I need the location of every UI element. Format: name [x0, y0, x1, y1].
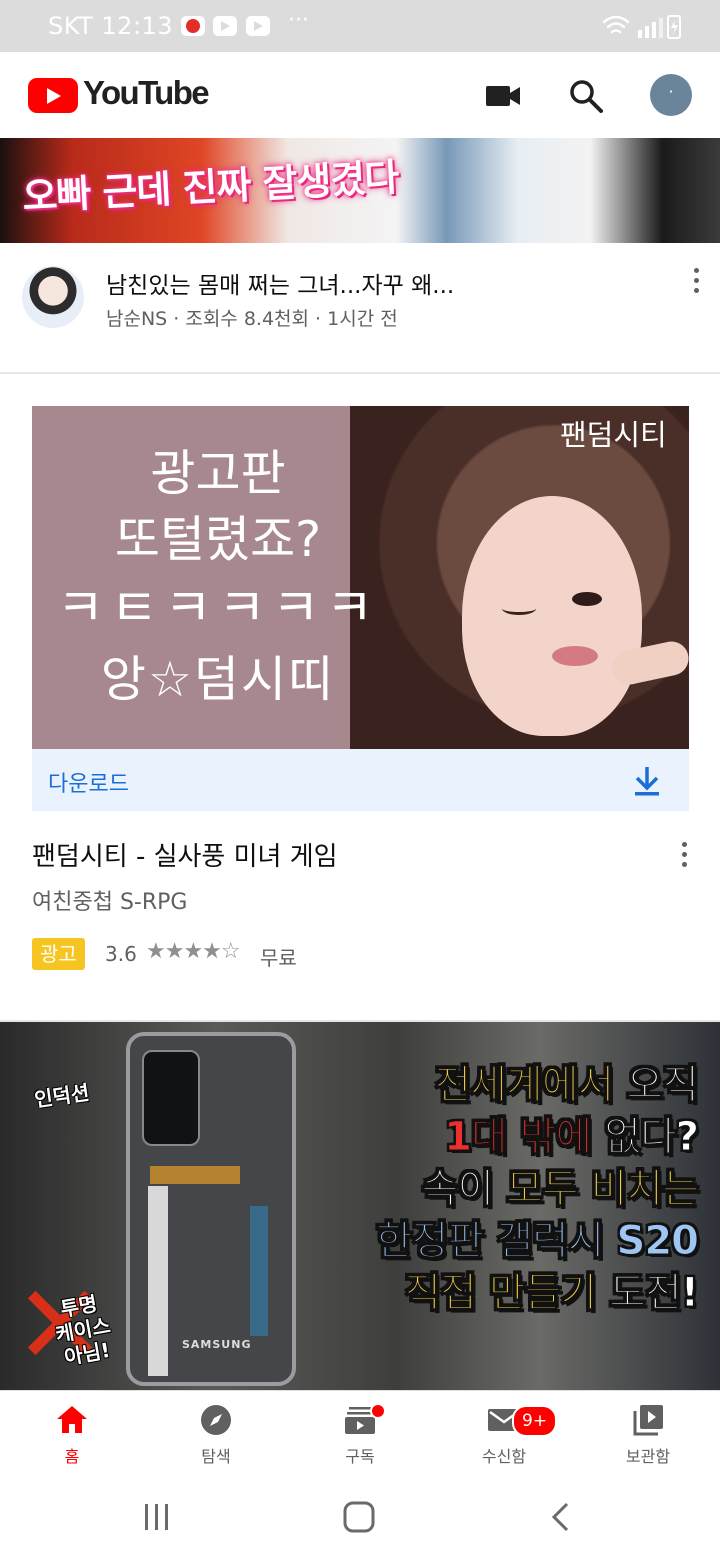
channel-avatar[interactable]: [22, 266, 84, 328]
nav-home[interactable]: 홈: [0, 1391, 144, 1475]
bottom-navigation: 홈 탐색 구독 9+ 수신함 보관함: [0, 1390, 720, 1474]
ad-model-eye: [502, 602, 536, 615]
more-options-icon[interactable]: [682, 266, 712, 296]
upload-video-button[interactable]: [484, 78, 522, 114]
nav-library[interactable]: 보관함: [576, 1391, 720, 1475]
youtube-logo-text[interactable]: YouTube: [83, 74, 210, 112]
ad-badge: 광고: [32, 938, 85, 970]
download-label: 다운로드: [48, 772, 129, 797]
ad-image-text: 앙☆덤시띠: [100, 651, 336, 708]
thumbnail-headline: 속이 모두 비치는: [421, 1166, 699, 1213]
phone-brand: SAMSUNG: [182, 1338, 252, 1351]
avatar-initial: ·: [668, 82, 674, 101]
nav-label: 탐색: [201, 1447, 231, 1466]
nav-label: 수신함: [481, 1447, 527, 1466]
video-thumbnail[interactable]: SAMSUNG 인덕션 ✕ 투명 케이스 아님! 전세계에서 오직 1대 밖에 …: [0, 1022, 720, 1390]
system-navigation-bar: [0, 1474, 720, 1560]
nav-inbox[interactable]: 9+ 수신함: [432, 1391, 576, 1475]
more-notifications-icon: ···: [288, 8, 309, 33]
phone-component: [148, 1186, 168, 1376]
status-bar: SKT 12:13 ···: [0, 0, 720, 52]
more-options-icon[interactable]: [670, 840, 700, 870]
signal-battery-icons: [602, 15, 681, 39]
video-thumbnail[interactable]: 오빠 근데 진짜 잘생겼다: [0, 138, 720, 243]
search-button[interactable]: [566, 76, 606, 116]
ad-model-face: [462, 496, 642, 736]
ad-price: 무료: [260, 946, 297, 970]
star-rating-icon: ★★★★☆: [146, 939, 241, 964]
home-icon: [57, 1406, 87, 1433]
youtube-notification-icon: [246, 16, 270, 36]
thumbnail-caption: 오빠 근데 진짜 잘생겼다: [21, 155, 400, 219]
youtube-logo-icon[interactable]: [28, 78, 78, 113]
library-icon: [633, 1405, 663, 1436]
youtube-notification-icon: [213, 16, 237, 36]
ad-image-text: ㅋㅌㅋㅋㅋㅋ: [56, 579, 380, 639]
camera-module: [142, 1050, 200, 1146]
thumbnail-headline: 1대 밖에 없다?: [444, 1114, 700, 1161]
phone-component: [150, 1166, 240, 1184]
phone-image: SAMSUNG: [126, 1032, 296, 1386]
ad-image-text: 또털렸죠?: [114, 511, 322, 568]
video-title[interactable]: 남친있는 몸매 쩌는 그녀...자꾸 왜...: [106, 266, 454, 300]
divider: [0, 372, 720, 374]
nav-subscriptions[interactable]: 구독: [288, 1391, 432, 1475]
thumbnail-headline: 한정판 갤럭시 S20: [375, 1218, 699, 1265]
download-icon[interactable]: [632, 765, 662, 797]
explore-icon: [201, 1405, 231, 1435]
ad-subtitle: 여친중첩 S-RPG: [32, 890, 188, 915]
thumbnail-headline: 전세계에서 오직: [434, 1062, 700, 1109]
ad-rating: 3.6: [105, 942, 137, 966]
recent-apps-button[interactable]: [142, 1502, 172, 1532]
ad-model-eye: [572, 592, 602, 606]
back-button[interactable]: [548, 1502, 574, 1532]
ad-brand-watermark: 팬덤시티: [560, 418, 667, 452]
ad-model-lips: [552, 646, 598, 666]
ad-image-text: 광고판: [150, 445, 286, 502]
video-meta: 남순NS · 조회수 8.4천회 · 1시간 전: [106, 308, 398, 330]
ad-image[interactable]: 팬덤시티 광고판 또털렸죠? ㅋㅌㅋㅋㅋㅋ 앙☆덤시띠: [32, 406, 689, 749]
app-header: YouTube ·: [0, 52, 720, 138]
nav-label: 홈: [64, 1447, 80, 1466]
ad-title[interactable]: 팬덤시티 - 실사풍 미녀 게임: [32, 836, 338, 873]
notification-app-icon: [181, 16, 205, 36]
new-content-dot: [370, 1403, 386, 1419]
sticker-induction: 인덕션: [32, 1080, 91, 1112]
nav-label: 구독: [345, 1447, 375, 1466]
status-time: SKT 12:13: [48, 12, 174, 40]
ad-download-bar[interactable]: 다운로드: [32, 749, 689, 811]
thumbnail-headline: 직접 만들기 도전!: [404, 1270, 700, 1317]
home-button[interactable]: [342, 1500, 376, 1534]
sticker-not-case: 투명 케이스 아님!: [53, 1291, 113, 1370]
nav-explore[interactable]: 탐색: [144, 1391, 288, 1475]
nav-label: 보관함: [625, 1447, 671, 1466]
account-avatar-button[interactable]: ·: [650, 74, 692, 116]
phone-component: [250, 1206, 268, 1336]
notification-count-badge: 9+: [512, 1405, 558, 1437]
